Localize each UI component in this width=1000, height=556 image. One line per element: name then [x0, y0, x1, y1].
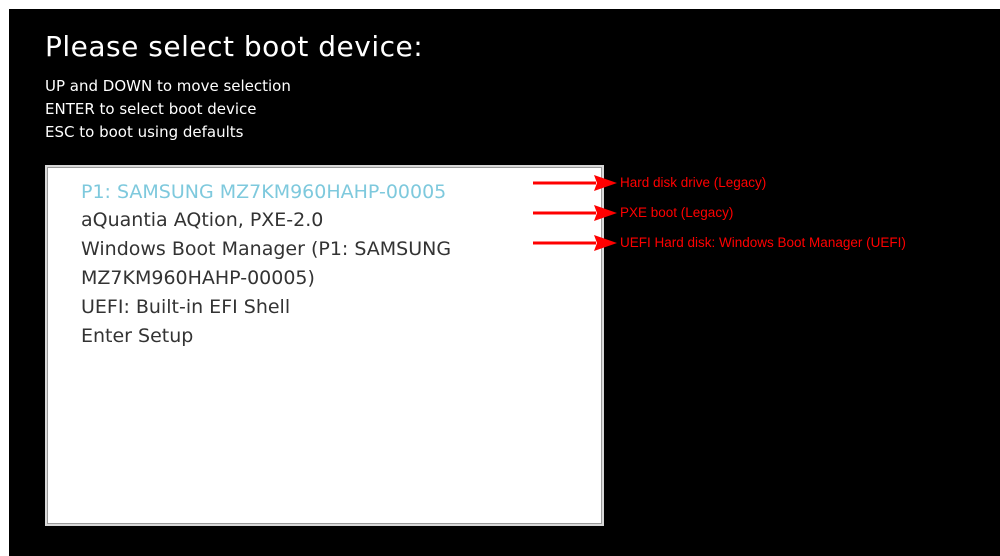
boot-option-windows-boot-manager-continued[interactable]: MZ7KM960HAHP-00005): [81, 267, 315, 289]
instruction-select: ENTER to select boot device: [45, 100, 257, 118]
page-title: Please select boot device:: [45, 30, 424, 63]
annotation-pxe-legacy: PXE boot (Legacy): [620, 205, 734, 220]
instruction-escape: ESC to boot using defaults: [45, 123, 244, 141]
boot-option-enter-setup[interactable]: Enter Setup: [81, 325, 193, 347]
boot-screen: Please select boot device: UP and DOWN t…: [9, 9, 1000, 556]
instruction-navigate: UP and DOWN to move selection: [45, 77, 291, 95]
boot-option-pxe[interactable]: aQuantia AQtion, PXE-2.0: [81, 209, 323, 231]
boot-option-samsung-legacy[interactable]: P1: SAMSUNG MZ7KM960HAHP-00005: [81, 181, 446, 203]
instructions: UP and DOWN to move selection ENTER to s…: [45, 75, 291, 144]
boot-option-efi-shell[interactable]: UEFI: Built-in EFI Shell: [81, 296, 290, 318]
boot-device-menu: P1: SAMSUNG MZ7KM960HAHP-00005 aQuantia …: [45, 165, 604, 526]
boot-option-windows-boot-manager[interactable]: Windows Boot Manager (P1: SAMSUNG: [81, 238, 451, 260]
annotation-uefi-windows: UEFI Hard disk: Windows Boot Manager (UE…: [620, 235, 906, 250]
annotation-hard-disk-legacy: Hard disk drive (Legacy): [620, 175, 767, 190]
